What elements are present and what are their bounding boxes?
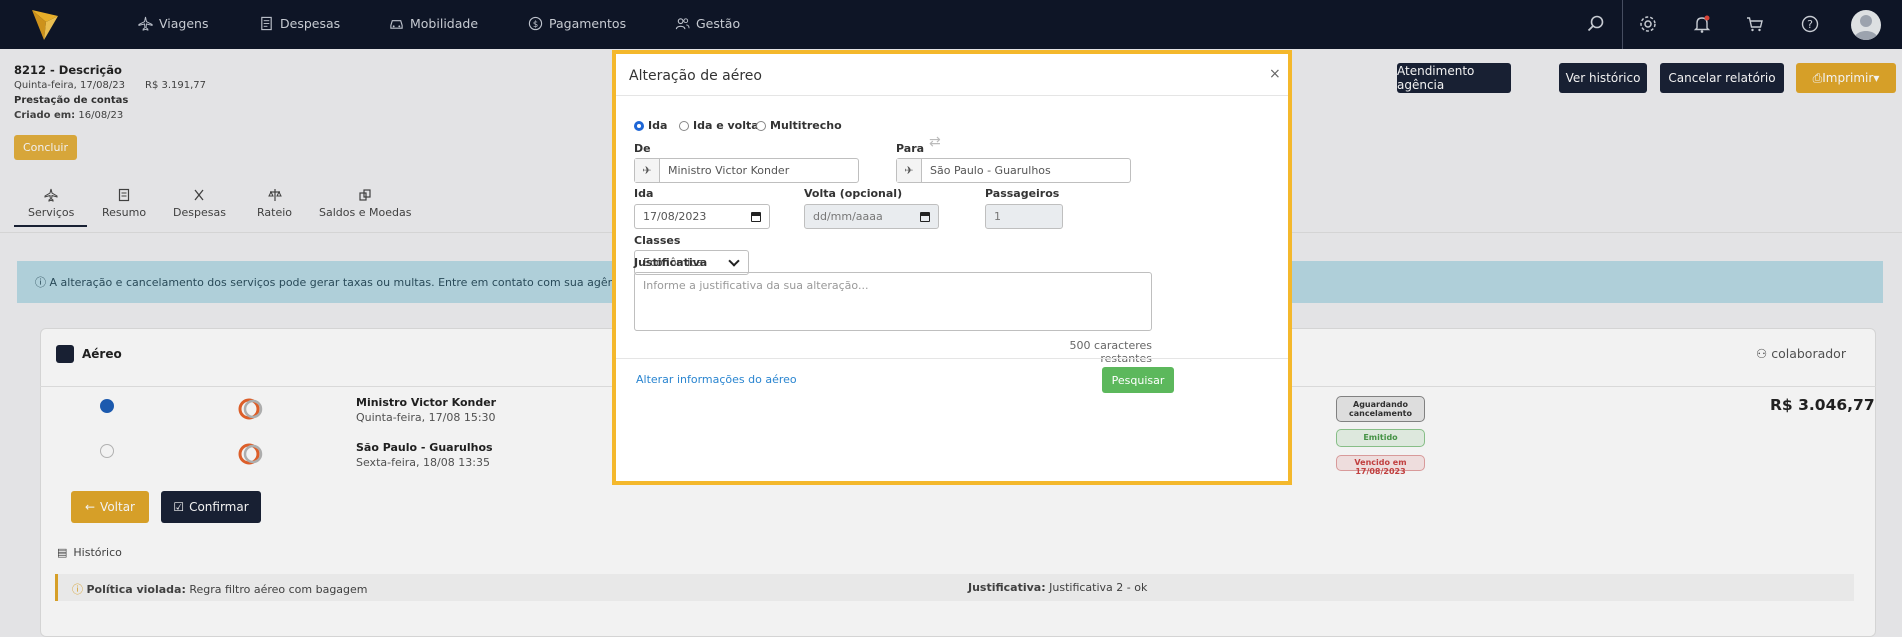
passengers-label: Passageiros — [985, 187, 1060, 200]
swap-icon[interactable]: ⇄ — [929, 134, 941, 150]
modal-footer-divider — [616, 358, 1288, 359]
ida-date-value: 17/08/2023 — [643, 210, 707, 223]
from-value: Ministro Victor Konder — [668, 164, 790, 177]
to-value: São Paulo - Guarulhos — [930, 164, 1051, 177]
to-label: Para — [896, 142, 925, 155]
calendar-icon[interactable] — [751, 211, 761, 222]
trip-type-multitrecho[interactable]: Multitrecho — [756, 119, 842, 132]
modal-title: Alteração de aéreo — [629, 68, 762, 84]
modal-header: Alteração de aéreo × — [616, 54, 1288, 96]
pesquisar-button[interactable]: Pesquisar — [1102, 367, 1174, 393]
radio-ida[interactable] — [634, 120, 644, 131]
from-label: De — [634, 142, 651, 155]
chevron-down-icon — [728, 254, 740, 267]
trip-type-multitrecho-label: Multitrecho — [770, 119, 842, 132]
passengers-input[interactable]: 1 — [985, 204, 1063, 229]
classes-label: Classes — [634, 234, 681, 247]
ida-date-input[interactable]: 17/08/2023 — [634, 204, 770, 229]
ida-date-label: Ida — [634, 187, 654, 200]
trip-type-ida-volta[interactable]: Ida e volta — [679, 119, 759, 132]
justificativa-textarea[interactable]: Informe a justificativa da sua alteração… — [634, 272, 1152, 331]
plane-landing-icon: ✈ — [897, 159, 922, 182]
radio-ida-volta[interactable] — [679, 120, 689, 131]
plane-takeoff-icon: ✈ — [635, 159, 660, 182]
trip-type-ida[interactable]: Ida — [634, 119, 667, 132]
from-field[interactable]: ✈ Ministro Victor Konder — [634, 158, 859, 183]
passengers-value: 1 — [994, 210, 1001, 223]
chars-remaining: 500 caracteres restantes — [1069, 339, 1152, 365]
volta-date-input[interactable]: dd/mm/aaaa — [804, 204, 939, 229]
trip-type-ida-volta-label: Ida e volta — [693, 119, 759, 132]
volta-date-label: Volta (opcional) — [804, 187, 903, 200]
calendar-icon[interactable] — [920, 211, 930, 222]
volta-date-value: dd/mm/aaaa — [813, 210, 883, 223]
trip-type-ida-label: Ida — [648, 119, 668, 132]
to-field[interactable]: ✈ São Paulo - Guarulhos — [896, 158, 1131, 183]
alter-info-link[interactable]: Alterar informações do aéreo — [636, 373, 797, 386]
justificativa-field-label: Justificativa — [634, 256, 708, 269]
close-icon[interactable]: × — [1269, 66, 1281, 82]
radio-multitrecho[interactable] — [756, 120, 766, 131]
alteracao-aereo-modal: Alteração de aéreo × Ida Ida e volta Mul… — [612, 50, 1292, 485]
